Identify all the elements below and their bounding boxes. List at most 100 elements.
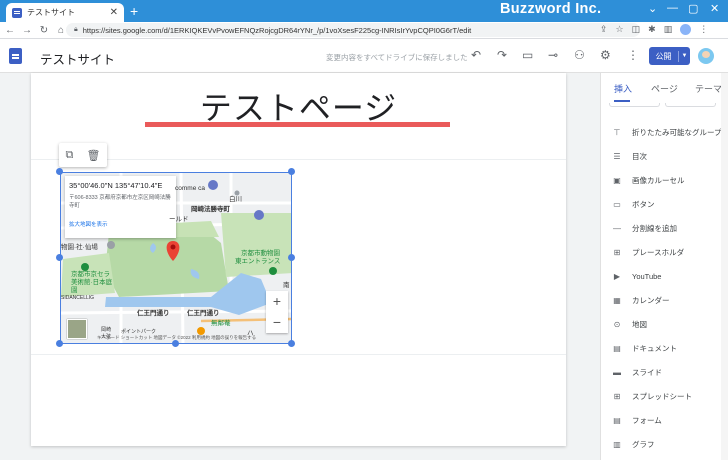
sidepanel-icon[interactable]: ▥ [664,24,673,35]
chevron-down-icon[interactable]: ⌄ [648,2,657,15]
insert-item[interactable]: ▤ フォーム [607,411,728,429]
insert-item-label: ボタン [632,199,655,209]
sites-logo-icon[interactable] [9,48,22,64]
link-icon[interactable]: ⊸ [548,48,558,62]
settings-gear-icon[interactable]: ⚙ [600,48,611,62]
share-icon[interactable]: ⇪ [600,24,608,35]
panel-scrollbar[interactable] [721,73,728,460]
map-layer-toggle[interactable] [67,319,87,339]
insert-item-label: 折りたたみ可能なグループ [632,127,722,137]
title-underline [145,122,450,127]
tab-insert[interactable]: 挿入 [614,82,632,95]
browser-tab[interactable]: テストサイト ✕ [6,3,124,22]
docs-icon: ▤ [613,343,621,353]
resize-handle[interactable] [56,340,63,347]
charts-icon: ▥ [613,439,621,449]
share-user-icon[interactable]: ⚇ [574,48,585,62]
insert-item[interactable]: — 分割線を追加 [607,219,728,237]
open-external-icon[interactable]: ⧉ [66,149,74,162]
undo-icon[interactable]: ↶ [471,48,481,62]
map-label: 京都市京セラ美術館·日本庭園 [71,271,113,294]
minimize-icon[interactable]: — [667,2,678,14]
map-label: 南 [283,282,290,289]
resize-handle[interactable] [56,168,63,175]
page-body: テストページ ⧉ 🗑︎ 35°00'46.0"N 135°47'10.4"E 〒… [31,73,566,446]
reload-icon[interactable]: ↻ [37,25,51,36]
map-label: 白川 [229,196,242,203]
map-info-card: 35°00'46.0"N 135°47'10.4"E 〒606-8333 京都府… [65,176,176,238]
maximize-icon[interactable]: ▢ [688,2,698,15]
resize-handle[interactable] [288,254,295,261]
insert-item[interactable]: ▣ 画像カルーセル [607,171,728,189]
insert-item[interactable]: ▭ ボタン [607,195,728,213]
insert-item[interactable]: ▬ スライド [607,363,728,381]
panel-tabs: 挿入 ページ テーマ [601,73,728,103]
tab-pages[interactable]: ページ [651,82,678,95]
map-icon: ⊙ [613,319,621,329]
insert-item[interactable]: ▤ ドキュメント [607,339,728,357]
publish-label[interactable]: 公開 [649,50,679,62]
resize-handle[interactable] [56,254,63,261]
insert-item[interactable]: ⊤ 折りたたみ可能なグループ [607,123,728,141]
map-label: 岡崎 [101,327,112,333]
insert-item[interactable]: ▶ YouTube [607,267,728,285]
insert-item[interactable]: ⊞ スプレッドシート [607,387,728,405]
map-label: 岡崎法勝寺町 [191,206,230,213]
user-avatar[interactable] [698,48,714,64]
save-status: 変更内容をすべてドライブに保存しました [326,53,468,62]
more-vert-icon[interactable]: ⋮ [627,48,639,62]
embedded-map[interactable]: 35°00'46.0"N 135°47'10.4"E 〒606-8333 京都府… [60,172,292,344]
insert-item[interactable]: ⊙ 地図 [607,315,728,333]
insert-item[interactable]: ☰ 目次 [607,147,728,165]
active-tab-indicator [614,100,630,102]
section-divider [31,159,566,160]
section-divider [31,354,566,355]
map-label: 無鄰菴 [211,320,231,327]
brand-watermark: Buzzword Inc. [500,1,602,17]
tab-themes[interactable]: テーマ [695,82,722,95]
back-icon[interactable]: ← [3,25,17,36]
map-zoom-control: + − [266,291,288,333]
zoom-out-button[interactable]: − [266,312,288,333]
publish-dropdown-icon[interactable]: ▼ [679,53,690,59]
zoom-in-button[interactable]: + [266,291,288,312]
resize-handle[interactable] [172,340,179,347]
insert-item-label: ドキュメント [632,343,677,353]
carousel-icon: ▣ [613,175,621,185]
new-tab-button[interactable]: + [130,4,138,18]
tab-title: テストサイト [27,8,75,17]
forward-icon[interactable]: → [20,25,34,36]
bookmark-icon[interactable]: ☆ [616,24,624,35]
map-embed-toolbar: ⧉ 🗑︎ [59,143,107,167]
profile-avatar[interactable] [680,24,692,35]
menu-icon[interactable]: ⋮ [699,24,708,35]
resize-handle[interactable] [288,340,295,347]
extension-icon[interactable]: ◫ [632,24,641,35]
placeholder-icon: ⊞ [613,247,621,257]
insert-item[interactable]: ▥ グラフ [607,435,728,453]
tab-close-icon[interactable]: ✕ [110,7,118,18]
preview-icon[interactable]: ▭ [522,48,533,62]
site-name[interactable]: テストサイト [40,49,115,68]
delete-icon[interactable]: 🗑︎ [86,149,100,162]
insert-item-label: 目次 [632,151,647,161]
map-label: 物園·社·仙場 [61,244,98,251]
insert-item[interactable]: ▦ カレンダー [607,291,728,309]
browser-titlebar: テストサイト ✕ + Buzzword Inc. ⌄ — ▢ ✕ [0,0,728,22]
divider-icon: — [613,223,621,233]
close-icon[interactable]: ✕ [710,2,719,15]
lock-icon: 🔒︎ [74,26,78,33]
url-input[interactable]: 🔒︎ https://sites.google.com/d/1ERKIQKEVv… [66,23,640,37]
address-bar-row: ← → ↻ ⌂ 🔒︎ https://sites.google.com/d/1E… [0,22,728,39]
redo-icon[interactable]: ↷ [497,48,507,62]
map-label: SIDANCELLIG [61,295,95,301]
puzzle-icon[interactable]: ✱ [648,24,656,35]
publish-button[interactable]: 公開 ▼ [649,47,690,65]
insert-item[interactable]: ⊞ プレースホルダ [607,243,728,261]
forms-icon: ▤ [613,415,621,425]
youtube-icon: ▶ [613,271,621,281]
insert-item-label: プレースホルダ [632,247,685,257]
resize-handle[interactable] [288,168,295,175]
map-label: 仁王門通り [137,310,170,317]
larger-map-link[interactable]: 拡大地図を表示 [69,220,172,228]
